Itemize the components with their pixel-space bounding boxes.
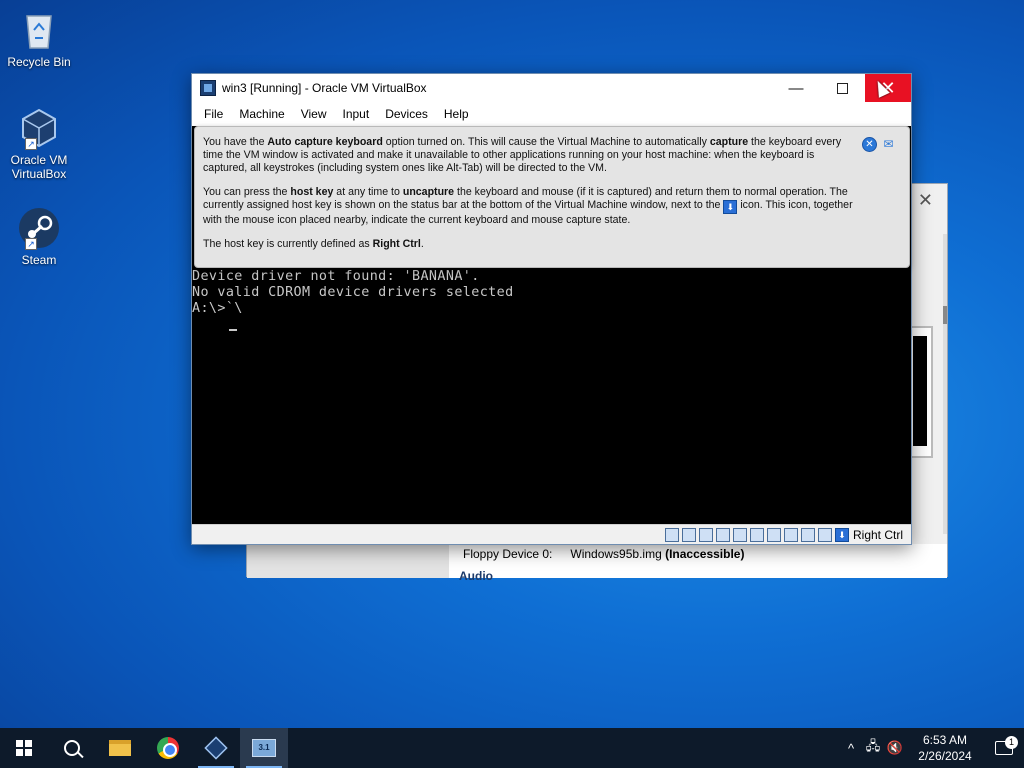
- menu-input[interactable]: Input: [335, 107, 378, 121]
- cpu-icon[interactable]: [800, 527, 815, 542]
- host-key-icon: ⬇: [723, 200, 738, 214]
- desktop-icon-recycle-bin[interactable]: Recycle Bin: [4, 8, 74, 69]
- preview-frame: [909, 326, 933, 458]
- taskbar-virtualbox-manager[interactable]: [192, 728, 240, 768]
- vm-window[interactable]: win3 [Running] - Oracle VM VirtualBox — …: [191, 73, 912, 545]
- shortcut-arrow-icon: ↗: [25, 138, 37, 150]
- network-icon[interactable]: 🖧: [862, 737, 884, 759]
- minimize-button[interactable]: —: [773, 74, 819, 102]
- taskbar-chrome[interactable]: [144, 728, 192, 768]
- notification-count: 1: [1005, 736, 1018, 749]
- folder-icon: [109, 740, 131, 756]
- system-tray: ^ 🖧 🔇 6:53 AM 2/26/2024 1: [840, 728, 1024, 768]
- console-output: Device driver not found: 'BANANA'. No val…: [192, 269, 514, 317]
- window-title: win3 [Running] - Oracle VM VirtualBox: [222, 81, 427, 95]
- floppy-device-row: Floppy Device 0: Windows95b.img (Inaccess…: [463, 547, 744, 561]
- clock[interactable]: 6:53 AM 2/26/2024: [906, 732, 984, 764]
- menu-file[interactable]: File: [196, 107, 231, 121]
- chevron-up-icon[interactable]: ^: [840, 741, 862, 756]
- virtualbox-icon: [204, 736, 228, 760]
- taskbar-vm-win3[interactable]: 3.1: [240, 728, 288, 768]
- chrome-icon: [157, 737, 179, 759]
- floppy-label: Floppy Device 0:: [463, 547, 553, 561]
- close-icon: ✕: [865, 139, 874, 150]
- menu-view[interactable]: View: [293, 107, 335, 121]
- search-icon: [64, 740, 80, 756]
- close-notice-button[interactable]: ✕: [862, 137, 877, 152]
- menu-machine[interactable]: Machine: [231, 107, 292, 121]
- windows-logo-icon: [16, 740, 32, 756]
- vm-window-icon: 3.1: [252, 739, 276, 757]
- host-key-label: Right Ctrl: [852, 527, 903, 542]
- taskbar: 3.1 ^ 🖧 🔇 6:53 AM 2/26/2024 1: [0, 728, 1024, 768]
- title-bar[interactable]: win3 [Running] - Oracle VM VirtualBox — …: [192, 74, 911, 102]
- search-button[interactable]: [48, 728, 96, 768]
- clock-time: 6:53 AM: [922, 733, 968, 747]
- clock-date: 2/26/2024: [918, 749, 972, 763]
- desktop-icon-label: Steam: [21, 253, 57, 267]
- notice-paragraph: The host key is currently defined as Rig…: [203, 238, 424, 250]
- audio-icon[interactable]: [698, 527, 713, 542]
- floppy-status: (Inaccessible): [665, 547, 745, 561]
- optical-drive-icon[interactable]: [681, 527, 696, 542]
- shared-folders-icon[interactable]: [749, 527, 764, 542]
- menu-bar: File Machine View Input Devices Help: [192, 102, 911, 126]
- video-capture-icon[interactable]: [783, 527, 798, 542]
- menu-help[interactable]: Help: [436, 107, 477, 121]
- console-line: No valid CDROM device drivers selected: [192, 285, 514, 300]
- notification-center-button[interactable]: 1: [984, 736, 1024, 755]
- auto-capture-notice: You have the Auto capture keyboard optio…: [194, 126, 910, 268]
- virtualbox-icon: ↗: [17, 106, 61, 150]
- console-prompt: A:\>`\: [192, 301, 243, 316]
- maximize-button[interactable]: [819, 74, 865, 102]
- audio-section-header: Audio: [459, 569, 493, 583]
- desktop-icon-virtualbox[interactable]: ↗ Oracle VM VirtualBox: [4, 106, 74, 181]
- floppy-value: Windows95b.img: [570, 547, 662, 561]
- close-icon[interactable]: ✕: [918, 190, 933, 211]
- desktop-icon-label: Recycle Bin: [7, 55, 71, 69]
- message-disable-icon: ✉: [883, 137, 894, 151]
- host-key-icon[interactable]: ⬇: [834, 527, 849, 542]
- notice-paragraph: You have the Auto capture keyboard optio…: [203, 136, 842, 174]
- display-icon[interactable]: [766, 527, 781, 542]
- hard-disk-icon[interactable]: [664, 527, 679, 542]
- notice-paragraph: You can press the host key at any time t…: [203, 186, 853, 226]
- console-line: Device driver not found: 'BANANA'.: [192, 269, 480, 284]
- desktop-icon-label: Oracle VM VirtualBox: [10, 153, 68, 181]
- text-cursor: [229, 329, 237, 331]
- scrollbar[interactable]: [943, 234, 947, 534]
- virtualbox-app-icon: [200, 80, 216, 96]
- mouse-integration-icon[interactable]: [817, 527, 832, 542]
- manager-sidebar: [247, 544, 449, 578]
- taskbar-file-explorer[interactable]: [96, 728, 144, 768]
- shortcut-arrow-icon: ↗: [25, 238, 37, 250]
- desktop-icon-steam[interactable]: ↗ Steam: [4, 206, 74, 267]
- do-not-show-again-button[interactable]: ✉: [880, 137, 897, 152]
- maximize-icon: [836, 82, 848, 94]
- usb-icon[interactable]: [732, 527, 747, 542]
- steam-icon: ↗: [17, 206, 61, 250]
- network-icon[interactable]: [715, 527, 730, 542]
- status-bar: ⬇ Right Ctrl: [192, 524, 911, 544]
- recycle-bin-icon: [17, 8, 61, 52]
- menu-devices[interactable]: Devices: [377, 107, 436, 121]
- volume-muted-icon[interactable]: 🔇: [884, 740, 906, 756]
- start-button[interactable]: [0, 728, 48, 768]
